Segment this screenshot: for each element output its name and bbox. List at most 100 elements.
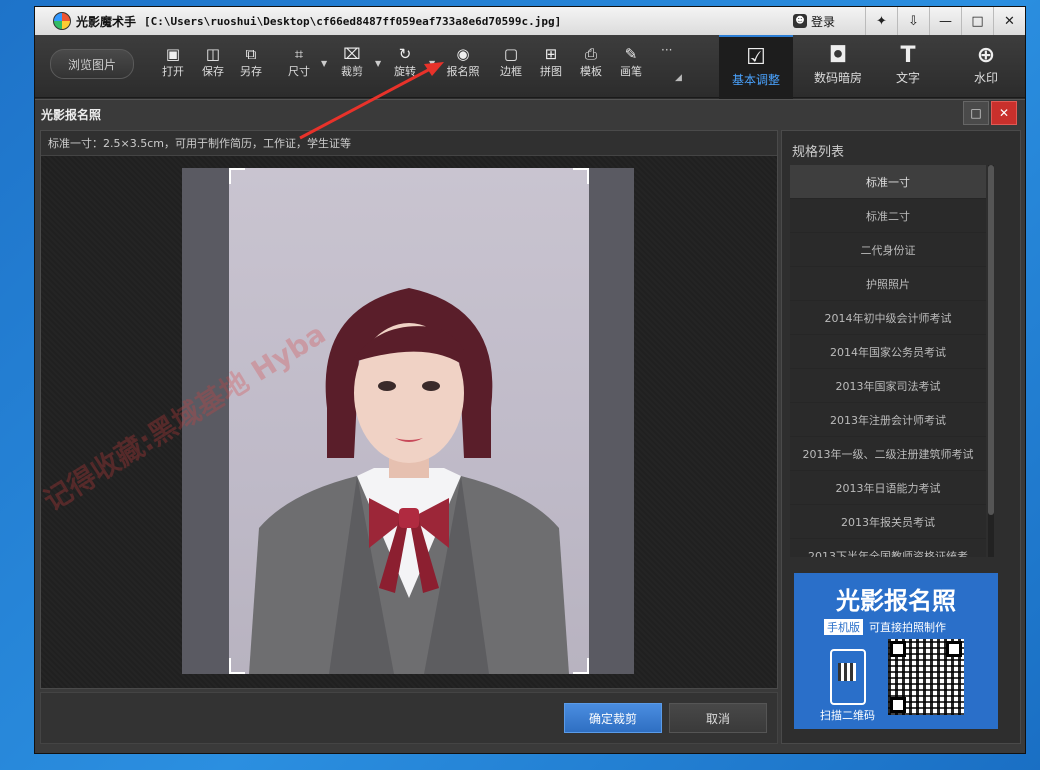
- dialog-close-button[interactable]: ✕: [991, 101, 1017, 125]
- crop-icon: ⌧: [343, 45, 361, 63]
- promo-scan-label: 扫描二维码: [820, 709, 875, 722]
- preview-pane: 标准一寸：2.5×3.5cm，可用于制作简历，工作证，学生证等 记得收藏:黑域基…: [38, 130, 778, 689]
- template-icon: ⎙: [584, 45, 597, 63]
- id-photo-dialog: 光影报名照 □ ✕ 标准一寸：2.5×3.5cm，可用于制作简历，工作证，学生证…: [35, 99, 1025, 753]
- adjust-icon: ☑: [746, 45, 766, 70]
- spec-item[interactable]: 标准二寸: [790, 199, 986, 233]
- dialog-maximize-button[interactable]: □: [963, 101, 989, 125]
- title-bar: 光影魔术手 [C:\Users\ruoshui\Desktop\cf66ed84…: [35, 7, 1025, 35]
- spec-item[interactable]: 2013年报关员考试: [790, 505, 986, 539]
- rotate-icon: ↻: [398, 45, 412, 63]
- scrollbar-thumb[interactable]: [988, 165, 994, 515]
- tool-label: 裁剪: [341, 65, 363, 78]
- browse-images-button[interactable]: 浏览图片: [50, 49, 134, 79]
- close-icon: ✕: [998, 106, 1010, 120]
- watermark-icon: ⊕: [976, 43, 996, 68]
- border-icon: ▢: [503, 45, 519, 63]
- spec-item[interactable]: 护照照片: [790, 267, 986, 301]
- tool-resize[interactable]: ⌗ 尺寸: [281, 45, 317, 79]
- save-icon: ◫: [205, 45, 221, 63]
- collage-icon: ⊞: [544, 45, 558, 63]
- menu-button[interactable]: ⇩: [897, 7, 929, 35]
- tab-watermark[interactable]: ⊕ 水印: [949, 35, 1023, 97]
- tool-save-as[interactable]: ⧉ 另存: [233, 45, 269, 79]
- tool-label: 保存: [202, 65, 224, 78]
- tab-basic-adjust[interactable]: ☑ 基本调整: [719, 35, 793, 99]
- confirm-crop-button[interactable]: 确定裁剪: [564, 703, 662, 733]
- promo-subtitle-row: 手机版 可直接拍照制作: [824, 619, 946, 635]
- spec-item[interactable]: 2013下半年全国教师资格证统考: [790, 539, 986, 558]
- app-window: 光影魔术手 [C:\Users\ruoshui\Desktop\cf66ed84…: [34, 6, 1026, 754]
- qr-finder: [890, 641, 906, 657]
- phone-icon: [830, 649, 866, 705]
- cancel-button[interactable]: 取消: [669, 703, 767, 733]
- menu-icon: ⇩: [908, 13, 919, 29]
- skin-button[interactable]: ✦: [865, 7, 897, 35]
- tool-label: 模板: [580, 65, 602, 78]
- close-icon: ✕: [1004, 13, 1015, 29]
- tool-crop[interactable]: ⌧ 裁剪: [334, 45, 370, 79]
- spec-item[interactable]: 2014年国家公务员考试: [790, 335, 986, 369]
- spec-item[interactable]: 2013年注册会计师考试: [790, 403, 986, 437]
- tool-collage[interactable]: ⊞ 拼图: [533, 45, 569, 79]
- tool-brush[interactable]: ✎ 画笔: [613, 45, 649, 79]
- tool-label: 拼图: [540, 65, 562, 78]
- crop-handle-bottom-left[interactable]: [229, 658, 245, 674]
- more-tools-button[interactable]: ···: [661, 43, 672, 57]
- open-icon: ▣: [165, 45, 181, 63]
- maximize-button[interactable]: □: [961, 7, 993, 35]
- qr-finder: [890, 697, 906, 713]
- spec-item[interactable]: 二代身份证: [790, 233, 986, 267]
- tool-save[interactable]: ◫ 保存: [195, 45, 231, 79]
- spec-list: 标准一寸 标准二寸 二代身份证 护照照片 2014年初中级会计师考试 2014年…: [790, 165, 986, 557]
- spec-item[interactable]: 2013年国家司法考试: [790, 369, 986, 403]
- dialog-controls: □ ✕: [963, 101, 1017, 125]
- spec-item[interactable]: 2013年一级、二级注册建筑师考试: [790, 437, 986, 471]
- tool-id-photo[interactable]: ◉ 报名照: [445, 45, 481, 79]
- shirt-icon: ✦: [876, 13, 887, 29]
- brush-icon: ✎: [624, 45, 638, 63]
- qr-finder: [946, 641, 962, 657]
- spec-item[interactable]: 2013年日语能力考试: [790, 471, 986, 505]
- spec-list-title: 规格列表: [792, 145, 845, 160]
- window-controls: ✦ ⇩ — □ ✕: [865, 7, 1025, 35]
- tool-label: 画笔: [620, 65, 642, 78]
- crop-handle-top-left[interactable]: [229, 168, 245, 184]
- tool-border[interactable]: ▢ 边框: [493, 45, 529, 79]
- spec-item[interactable]: 2014年初中级会计师考试: [790, 301, 986, 335]
- resize-icon: ⌗: [294, 45, 304, 63]
- tool-label: 打开: [162, 65, 184, 78]
- expand-arrow-icon[interactable]: ◢: [675, 73, 682, 83]
- crop-handle-bottom-right[interactable]: [573, 658, 589, 674]
- tool-template[interactable]: ⎙ 模板: [573, 45, 609, 79]
- tool-rotate[interactable]: ↻ 旋转: [387, 45, 423, 79]
- tab-label: 文字: [895, 71, 920, 85]
- tool-label: 旋转: [394, 65, 416, 78]
- darkroom-icon: ◘: [828, 43, 848, 68]
- crop-area[interactable]: [229, 168, 589, 674]
- crop-handle-top-right[interactable]: [573, 168, 589, 184]
- tab-label: 基本调整: [731, 73, 780, 87]
- tab-digital-darkroom[interactable]: ◘ 数码暗房: [801, 35, 875, 97]
- dialog-title: 光影报名照: [41, 108, 102, 122]
- promo-title: 光影报名照: [836, 587, 956, 615]
- tool-label: 另存: [240, 65, 262, 78]
- login-button[interactable]: ☻ 登录: [793, 10, 835, 32]
- maximize-icon: □: [970, 106, 982, 120]
- user-icon: ☻: [793, 14, 807, 28]
- spec-item[interactable]: 标准一寸: [790, 165, 986, 199]
- tab-text[interactable]: T 文字: [871, 35, 945, 97]
- action-bar: 确定裁剪 取消: [40, 692, 778, 744]
- tool-open[interactable]: ▣ 打开: [155, 45, 191, 79]
- minimize-button[interactable]: —: [929, 7, 961, 35]
- login-label: 登录: [811, 14, 836, 29]
- text-icon: T: [900, 43, 916, 68]
- crop-dropdown-icon[interactable]: ▼: [375, 59, 381, 68]
- spec-list-scrollbar[interactable]: [988, 165, 994, 557]
- mobile-promo-banner[interactable]: 光影报名照 手机版 可直接拍照制作 扫描二维码: [794, 573, 998, 729]
- close-button[interactable]: ✕: [993, 7, 1025, 35]
- tab-label: 水印: [973, 71, 998, 85]
- qr-code: [888, 639, 964, 715]
- rotate-dropdown-icon[interactable]: ▼: [429, 59, 435, 68]
- resize-dropdown-icon[interactable]: ▼: [321, 59, 327, 68]
